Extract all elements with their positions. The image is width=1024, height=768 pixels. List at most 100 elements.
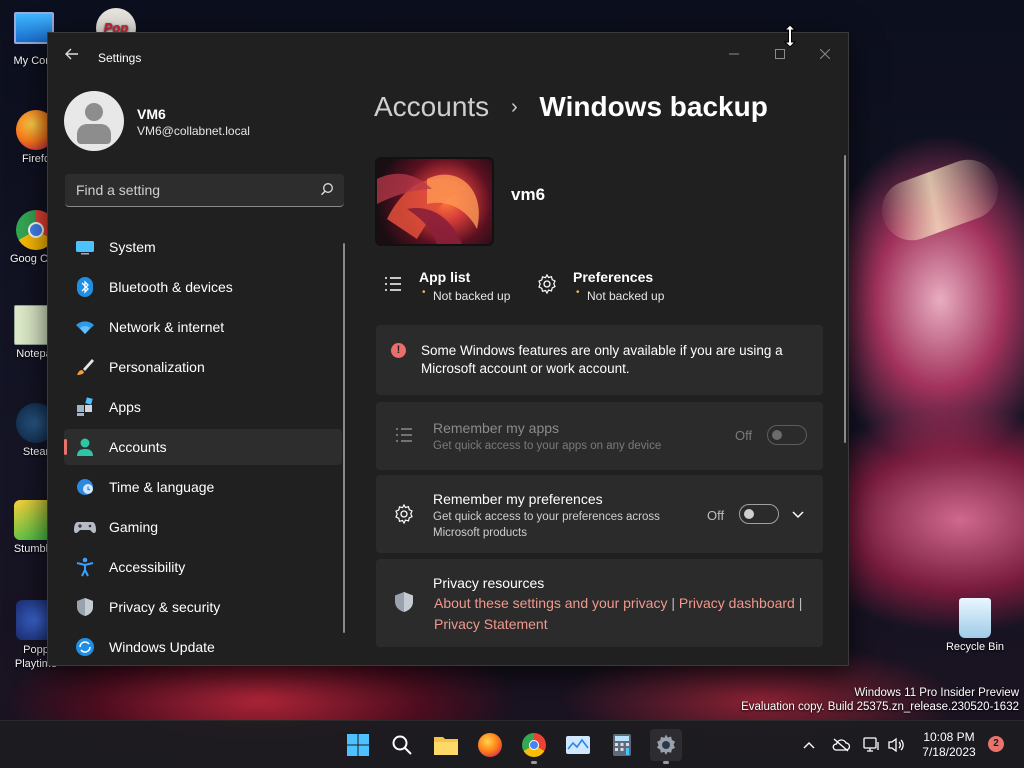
tray-volume[interactable]: [886, 735, 906, 755]
list-icon: [385, 277, 401, 291]
search-icon[interactable]: [320, 182, 334, 196]
gear-icon: [657, 734, 675, 755]
nav-item-time-language[interactable]: Time & language: [64, 469, 342, 505]
nav-item-network[interactable]: Network & internet: [64, 309, 342, 345]
profile-name: VM6: [137, 106, 166, 122]
notification-badge[interactable]: 2: [988, 736, 1004, 752]
settings-window: Settings VM6 VM6@collabnet.local System …: [47, 32, 849, 666]
ethernet-icon: [863, 737, 879, 752]
folder-icon: [434, 737, 458, 755]
chrome-icon: [522, 733, 546, 757]
remember-apps-row: Remember my apps Get quick access to you…: [376, 402, 823, 470]
user-profile[interactable]: VM6 VM6@collabnet.local: [64, 91, 344, 151]
bluetooth-icon: [77, 277, 93, 297]
apps-icon: [77, 397, 93, 416]
taskbar-settings[interactable]: [650, 729, 682, 764]
start-button[interactable]: [342, 729, 374, 761]
chevron-down-icon[interactable]: [790, 506, 806, 522]
warning-dot: •: [422, 287, 426, 298]
close-button[interactable]: [805, 39, 845, 69]
content-scrollbar[interactable]: [844, 155, 846, 443]
tray-network[interactable]: [862, 735, 882, 755]
remember-apps-toggle[interactable]: [767, 425, 807, 445]
arrow-left-icon: [65, 48, 78, 60]
info-banner: ! Some Windows features are only availab…: [376, 325, 823, 395]
sidebar-scrollbar[interactable]: [343, 243, 345, 633]
preferences-status: Preferences • Not backed up: [536, 269, 706, 309]
device-wallpaper-thumbnail: [375, 157, 494, 246]
taskbar-task-manager[interactable]: [562, 729, 594, 761]
minimize-button[interactable]: [714, 39, 754, 69]
privacy-link-dashboard[interactable]: Privacy dashboard: [679, 595, 795, 611]
profile-email: VM6@collabnet.local: [137, 124, 250, 138]
nav-item-personalization[interactable]: Personalization: [64, 349, 342, 385]
gear-icon: [538, 273, 556, 295]
person-icon: [77, 438, 93, 456]
performance-icon: [566, 736, 590, 754]
monitor-icon: [76, 241, 94, 255]
taskbar-search-button[interactable]: [386, 729, 418, 761]
volume-icon: [888, 737, 904, 753]
search-input[interactable]: [65, 174, 305, 206]
privacy-link-statement[interactable]: Privacy Statement: [434, 616, 548, 632]
taskbar-calculator[interactable]: [606, 729, 638, 761]
search-box[interactable]: [65, 174, 344, 207]
nav-item-system[interactable]: System: [64, 229, 342, 265]
shield-icon: [77, 598, 93, 616]
page-title: Windows backup: [539, 91, 768, 122]
title-bar[interactable]: Settings: [48, 33, 848, 81]
wallpaper-preview-image: [377, 173, 479, 244]
recycle-bin-icon: [959, 598, 991, 638]
nav-item-privacy-security[interactable]: Privacy & security: [64, 589, 342, 625]
minimize-icon: [729, 53, 739, 55]
accessibility-icon: [76, 557, 94, 577]
system-clock[interactable]: 10:08 PM 7/18/2023: [915, 730, 983, 760]
cloud-offline-icon: [832, 738, 850, 752]
remember-preferences-toggle[interactable]: [739, 504, 779, 524]
gamepad-icon: [74, 522, 96, 534]
close-icon: [819, 48, 831, 60]
taskbar-file-explorer[interactable]: [430, 729, 462, 761]
windows-logo-icon: [347, 734, 369, 756]
breadcrumb-accounts[interactable]: Accounts: [374, 91, 489, 122]
chevron-up-icon: [803, 742, 815, 749]
maximize-icon: [775, 49, 785, 59]
privacy-links: About these settings and your privacy | …: [434, 595, 803, 632]
taskbar-firefox[interactable]: [474, 729, 506, 761]
breadcrumb: Accounts › Windows backup: [374, 91, 768, 123]
gear-icon: [395, 503, 413, 525]
device-name: vm6: [511, 185, 546, 204]
shield-icon: [395, 592, 413, 612]
avatar: [64, 91, 124, 151]
info-icon: !: [391, 343, 406, 358]
wifi-icon: [76, 321, 94, 334]
nav-item-accessibility[interactable]: Accessibility: [64, 549, 342, 585]
remember-preferences-row[interactable]: Remember my preferences Get quick access…: [376, 475, 823, 553]
back-button[interactable]: [62, 47, 82, 67]
firefox-icon: [478, 733, 502, 757]
update-icon: [76, 638, 94, 656]
search-icon: [392, 735, 412, 755]
globe-clock-icon: [77, 479, 93, 495]
warning-dot: •: [576, 287, 580, 298]
nav-item-windows-update[interactable]: Windows Update: [64, 629, 342, 665]
breadcrumb-separator: ›: [510, 96, 518, 118]
privacy-link-about[interactable]: About these settings and your privacy: [434, 595, 667, 611]
nav-item-apps[interactable]: Apps: [64, 389, 342, 425]
window-title: Settings: [98, 51, 142, 65]
sidebar-nav: System Bluetooth & devices Network & int…: [64, 229, 342, 669]
privacy-resources-card: Privacy resources About these settings a…: [376, 559, 823, 647]
brush-icon: [77, 359, 94, 375]
show-hidden-icons[interactable]: [799, 735, 819, 755]
windows-watermark: Windows 11 Pro Insider Preview Evaluatio…: [741, 687, 1019, 713]
list-icon: [396, 428, 412, 442]
nav-item-bluetooth[interactable]: Bluetooth & devices: [64, 269, 342, 305]
resize-cursor-icon: [783, 24, 797, 48]
tray-cloud[interactable]: [831, 735, 851, 755]
calculator-icon: [613, 734, 631, 756]
taskbar-chrome[interactable]: [518, 729, 550, 764]
desktop-icon-recycle-bin[interactable]: Recycle Bin: [944, 598, 1006, 653]
nav-item-accounts[interactable]: Accounts: [64, 429, 342, 465]
nav-item-gaming[interactable]: Gaming: [64, 509, 342, 545]
taskbar: 10:08 PM 7/18/2023 2: [0, 720, 1024, 768]
